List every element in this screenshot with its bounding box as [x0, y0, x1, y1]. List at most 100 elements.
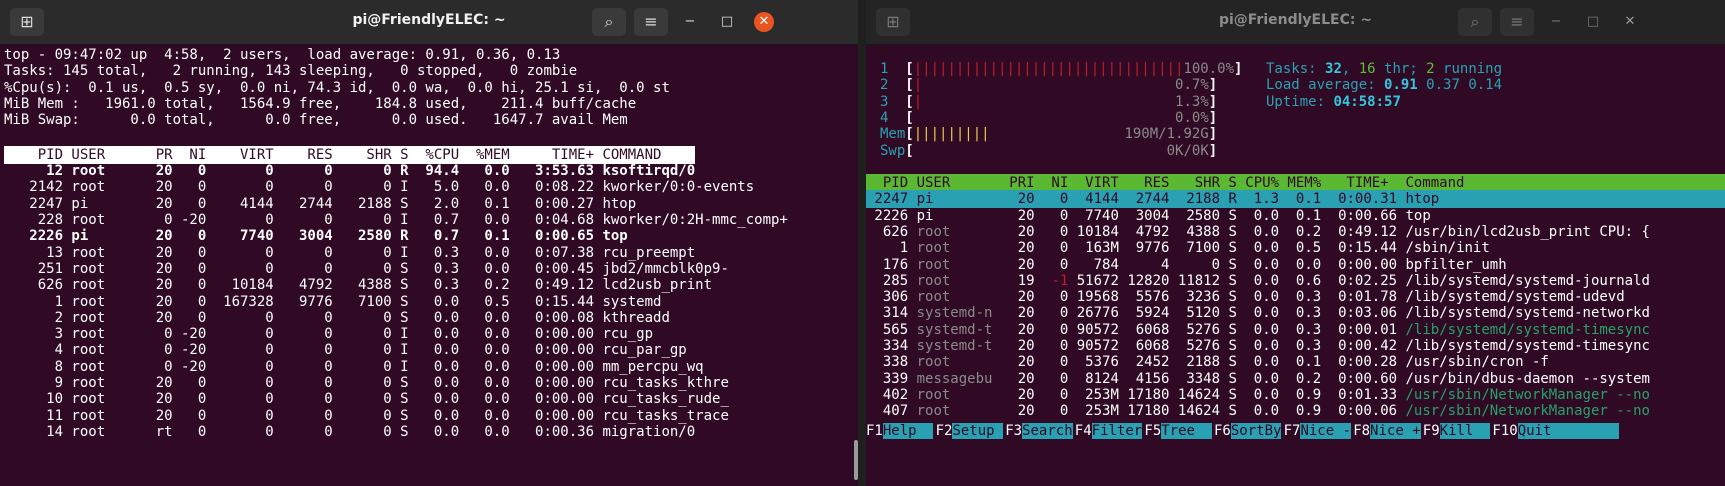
- memory-value: 0K/0K: [1166, 142, 1209, 159]
- user: root: [908, 386, 1001, 403]
- function-key-label: SortBy: [1230, 423, 1282, 439]
- process-row: 12 root 20 0 0 0 0 R 94.4 0.0 3:53.63 ks…: [4, 163, 696, 180]
- function-key[interactable]: F5Tree: [1144, 422, 1212, 440]
- function-key-number: F6: [1214, 423, 1231, 439]
- user: root: [908, 223, 1001, 240]
- mem-percent: 0.1: [1279, 191, 1322, 208]
- function-key[interactable]: F1Help: [866, 422, 934, 440]
- priority: 20: [1000, 338, 1035, 354]
- search-icon[interactable]: ⌕: [1458, 8, 1492, 36]
- command: htop: [1397, 191, 1440, 208]
- pid: 334: [866, 338, 909, 354]
- state: S: [1220, 305, 1237, 322]
- meter-bracket: [: [888, 77, 914, 94]
- function-key-label: Kill: [1439, 423, 1491, 439]
- htop-process-row: 334 systemd-t 20 0 90572 6068 5276 S 0.0…: [866, 337, 1650, 355]
- minimize-icon[interactable]: −: [1546, 12, 1566, 32]
- meter-pad: [922, 77, 1175, 93]
- process-row: 8 root 0 -20 0 0 0 I 0.0 0.0 0:00.00 mm_…: [4, 358, 704, 375]
- shr: 3236: [1169, 289, 1221, 306]
- title-bar[interactable]: ⊞ pi@FriendlyELEC: ~ ⌕ ≡ − □ ✕: [866, 0, 1725, 45]
- function-key[interactable]: F10Quit: [1492, 422, 1619, 440]
- mem-percent: 0.5: [1279, 240, 1322, 257]
- shr: 2188: [1169, 191, 1221, 208]
- memory-meter: Mem[||||||||| 190M/1.92G]: [880, 125, 1217, 143]
- user: systemd-t: [908, 321, 1001, 338]
- function-key[interactable]: F7Nice -: [1284, 422, 1352, 440]
- cpu-percent: 0.0: [1236, 207, 1280, 224]
- res: 5576: [1118, 289, 1170, 306]
- minimize-icon[interactable]: −: [680, 12, 700, 32]
- htop-process-row: 306 root 20 0 19568 5576 3236 S 0.0 0.3 …: [866, 288, 1625, 306]
- hamburger-menu-icon[interactable]: ≡: [634, 8, 668, 36]
- maximize-icon[interactable]: □: [717, 12, 737, 32]
- priority: 20: [1000, 289, 1035, 306]
- process-row: 13 root 20 0 0 0 0 I 0.3 0.0 0:07.38 rcu…: [4, 244, 696, 261]
- function-key[interactable]: F2Setup: [935, 422, 1004, 440]
- process-row: 2247 pi 20 0 4144 2744 2188 S 2.0 0.1 0:…: [4, 195, 637, 212]
- load-sep: [1418, 77, 1426, 93]
- shr: 14624: [1169, 386, 1221, 403]
- function-key[interactable]: F3Search: [1005, 422, 1073, 440]
- function-key-label: Filter: [1091, 423, 1143, 439]
- time: 0:00.01: [1321, 321, 1398, 338]
- state: S: [1220, 321, 1237, 338]
- htop-process-row: 314 systemd-n 20 0 26776 5924 5120 S 0.0…: [866, 304, 1650, 322]
- terminal-window-htop[interactable]: ⊞ pi@FriendlyELEC: ~ ⌕ ≡ − □ ✕ 1 [||||||…: [866, 0, 1725, 486]
- user: root: [908, 354, 1001, 371]
- virt: 51672: [1068, 272, 1119, 289]
- pid: 565: [866, 321, 909, 338]
- window-divider: [858, 0, 866, 486]
- load-5min: 0.37: [1426, 77, 1460, 94]
- meter-pad: [914, 110, 1175, 126]
- nice: 0: [1034, 191, 1069, 208]
- function-key-number: F2: [935, 423, 953, 439]
- terminal-window-top[interactable]: ⊞ pi@FriendlyELEC: ~ ⌕ ≡ − □ ✕ top - 09:…: [0, 0, 858, 486]
- function-key-number: F5: [1144, 423, 1162, 439]
- meter-label: Mem: [880, 126, 906, 143]
- cpu-meter: 3 [| 1.3%]: [880, 93, 1217, 111]
- load-label: Load average:: [1266, 77, 1385, 94]
- time: 0:02.25: [1321, 272, 1398, 289]
- pid: 2226: [866, 207, 909, 224]
- time: 0:00.31: [1321, 191, 1398, 208]
- uptime-label: Uptime:: [1266, 93, 1334, 110]
- shr: 5276: [1169, 338, 1221, 354]
- command: /lib/systemd/systemd-journald: [1397, 272, 1650, 289]
- pid: 314: [866, 305, 909, 322]
- load-15min: 0.14: [1468, 77, 1503, 94]
- htop-output[interactable]: 1 [||||||||||||||||||||||||||||||||100.0…: [866, 44, 1725, 486]
- process-table-header: PID USER PR NI VIRT RES SHR S %CPU %MEM …: [4, 145, 696, 164]
- virt: 8124: [1068, 370, 1119, 387]
- function-key-label: Nice +: [1370, 423, 1421, 439]
- state: S: [1220, 256, 1237, 273]
- command: /usr/bin/dbus-daemon --system: [1397, 370, 1650, 387]
- close-icon[interactable]: ✕: [1620, 12, 1640, 32]
- function-key[interactable]: F4Filter: [1075, 422, 1143, 440]
- maximize-icon[interactable]: □: [1583, 12, 1603, 32]
- user: root: [908, 256, 1001, 273]
- terminal-output[interactable]: top - 09:47:02 up 4:58, 2 users, load av…: [0, 44, 858, 486]
- uptime-line: Uptime: 04:58:57: [1266, 93, 1401, 111]
- htop-process-row: 339 messagebu 20 0 8124 4156 3348 S 0.0 …: [866, 370, 1650, 388]
- htop-process-row: 285 root 19 -1 51672 12820 11812 S 0.0 0…: [866, 272, 1650, 290]
- time: 0:00.66: [1321, 207, 1398, 224]
- virt: 784: [1068, 256, 1119, 273]
- htop-process-row: 338 root 20 0 5376 2452 2188 S 0.0 0.1 0…: [866, 353, 1549, 371]
- function-key[interactable]: F6SortBy: [1214, 422, 1282, 440]
- function-key[interactable]: F9Kill: [1423, 422, 1491, 440]
- close-icon[interactable]: ✕: [754, 12, 774, 32]
- process-row: 2 root 20 0 0 0 0 S 0.0 0.0 0:00.08 kthr…: [4, 309, 670, 326]
- tasks-line: Tasks: 32, 16 thr; 2 running: [1266, 60, 1502, 78]
- priority: 20: [1000, 386, 1035, 403]
- search-icon[interactable]: ⌕: [592, 8, 626, 36]
- meter-bracket: ]: [1208, 77, 1218, 94]
- title-bar[interactable]: ⊞ pi@FriendlyELEC: ~ ⌕ ≡ − □ ✕: [0, 0, 858, 45]
- res: 6068: [1118, 338, 1170, 354]
- res: 17180: [1118, 403, 1170, 420]
- function-key[interactable]: F8Nice +: [1353, 422, 1421, 440]
- time: 0:00.28: [1321, 354, 1398, 371]
- time: 0:49.12: [1321, 223, 1398, 240]
- command: /usr/sbin/NetworkManager --no: [1397, 403, 1650, 420]
- hamburger-menu-icon[interactable]: ≡: [1500, 8, 1534, 36]
